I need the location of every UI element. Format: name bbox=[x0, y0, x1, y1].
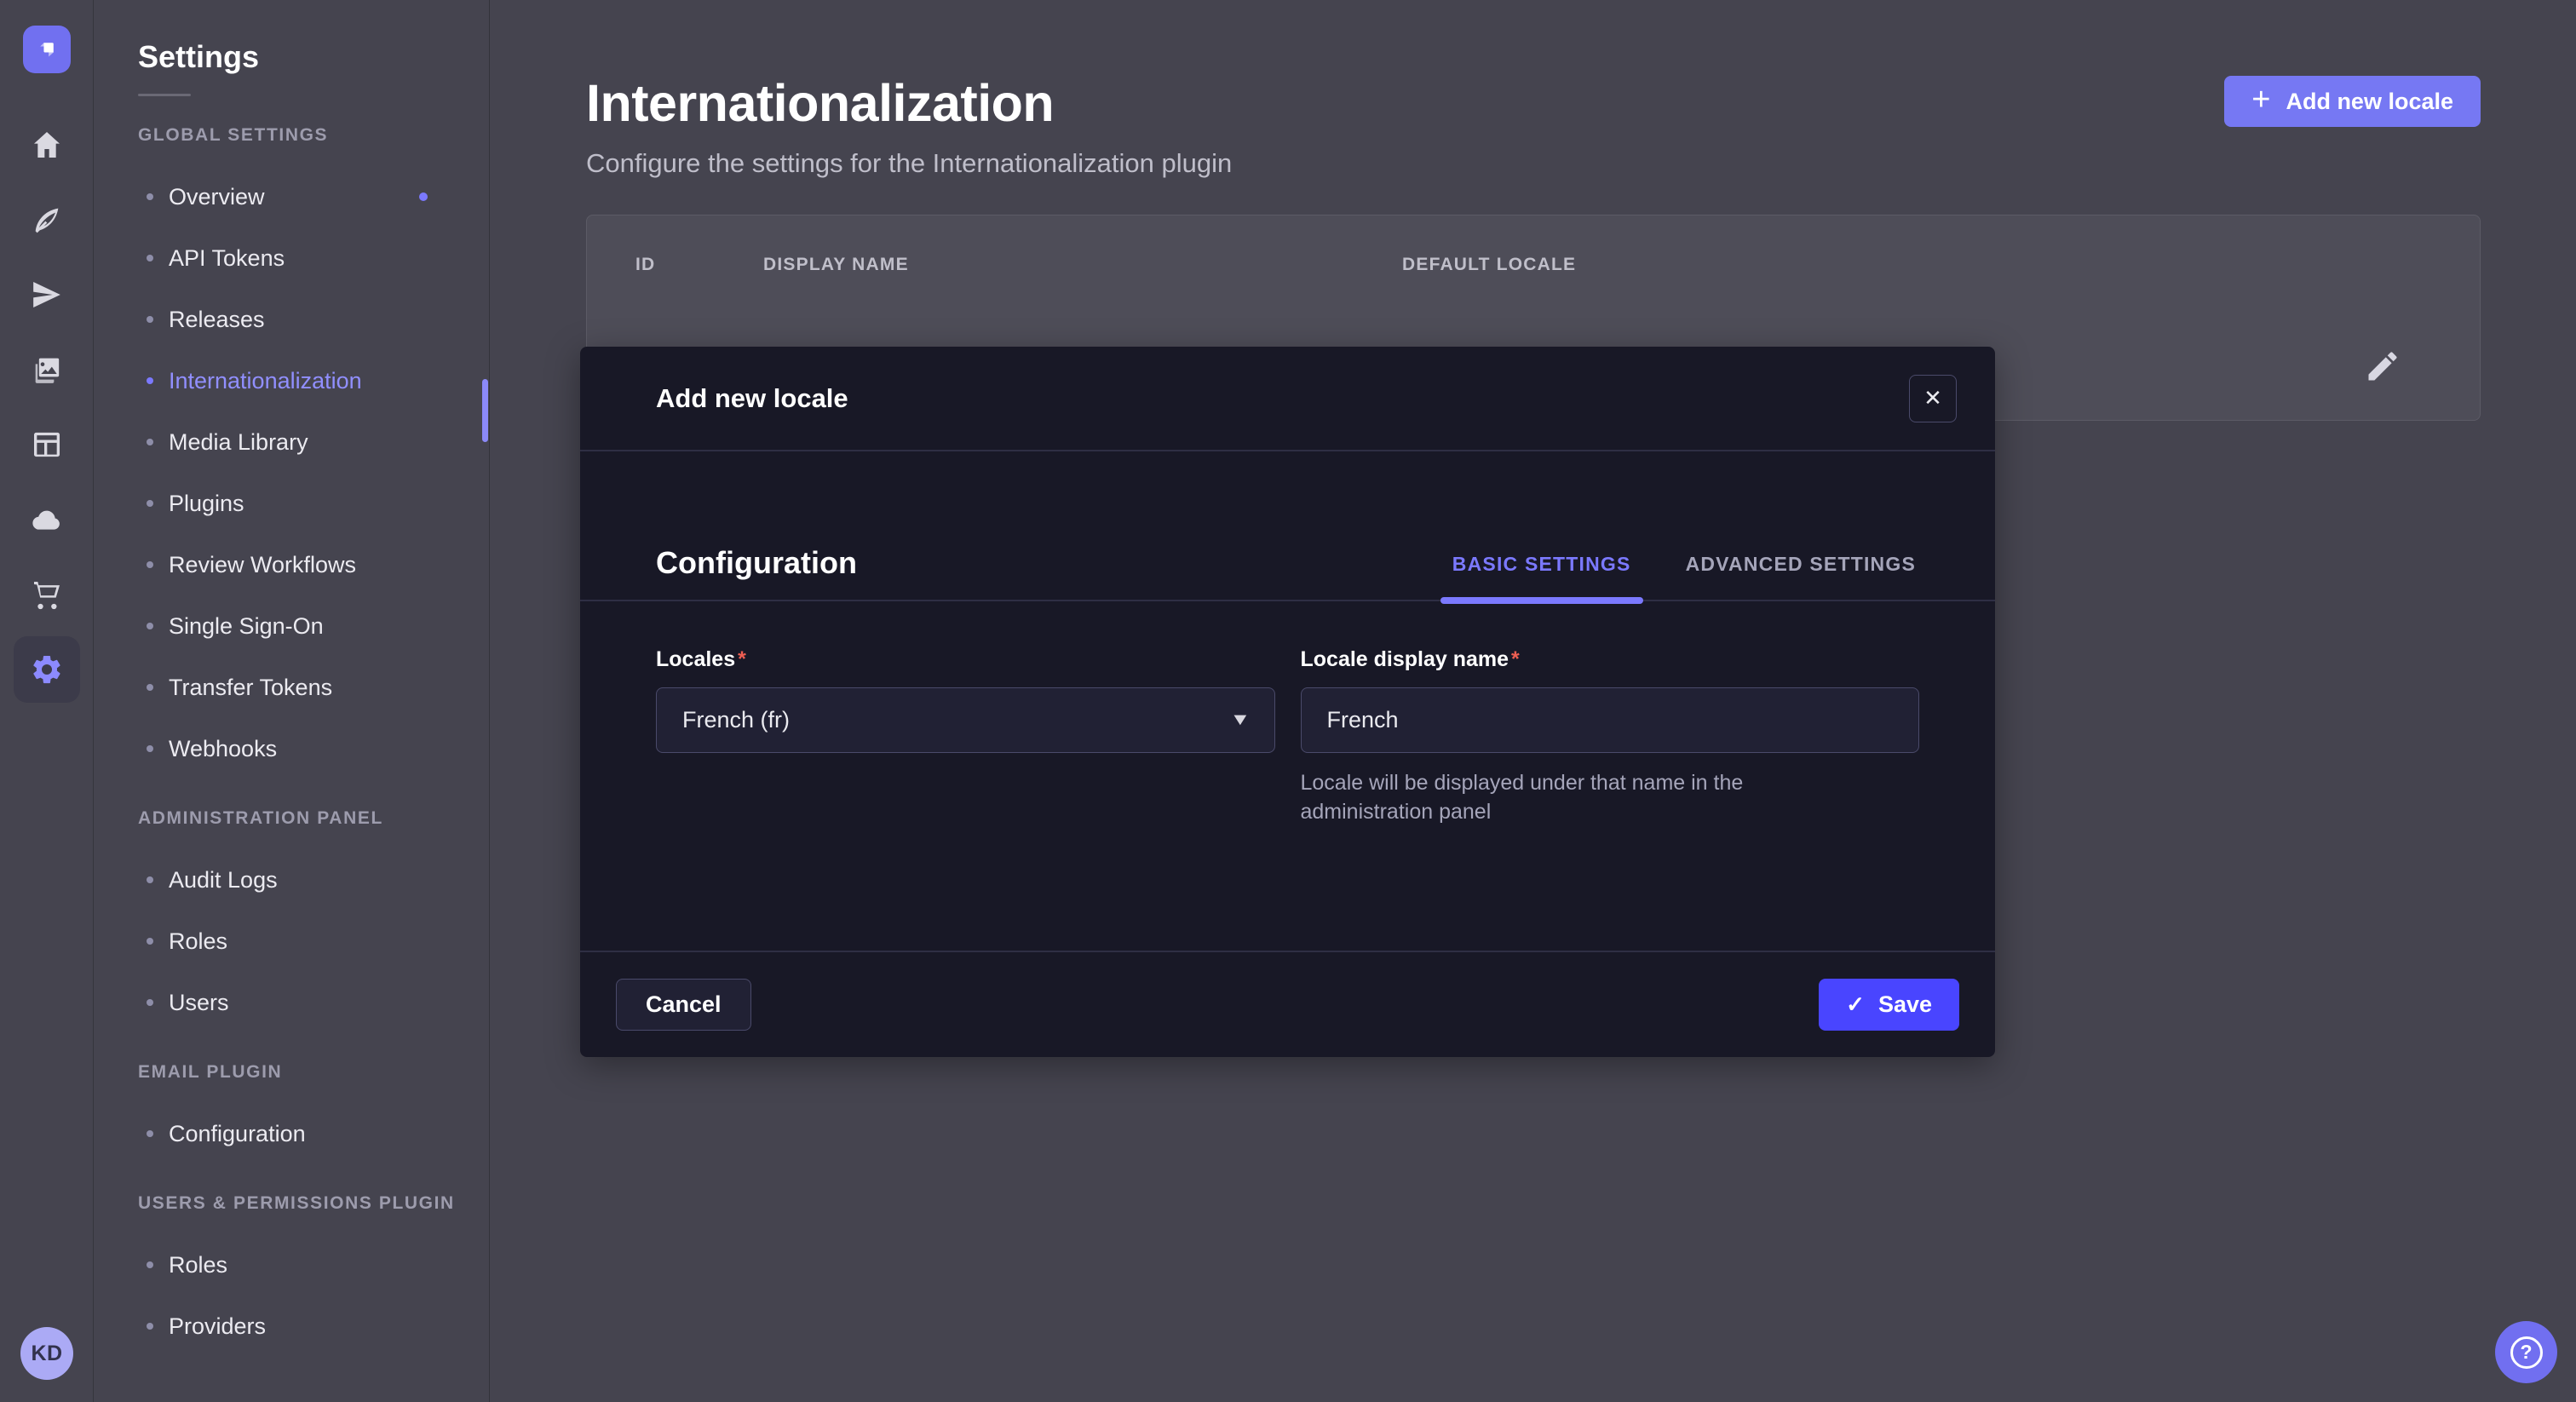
sidebar-item-plugins[interactable]: Plugins bbox=[94, 473, 489, 534]
modal-footer: Cancel ✓ Save bbox=[580, 951, 1995, 1057]
display-name-field: Locale display name* Locale will be disp… bbox=[1301, 647, 1920, 826]
column-id: ID bbox=[635, 255, 763, 275]
section-users-permissions-plugin: USERS & PERMISSIONS PLUGIN bbox=[138, 1193, 489, 1214]
modal-header: Add new locale ✕ bbox=[580, 347, 1995, 451]
page-subtitle: Configure the settings for the Internati… bbox=[586, 148, 2481, 179]
bullet-icon bbox=[147, 377, 153, 384]
sidebar-item-media-library[interactable]: Media Library bbox=[94, 411, 489, 473]
content-feather-icon[interactable] bbox=[9, 182, 84, 257]
active-item-indicator bbox=[482, 379, 488, 442]
settings-gear-icon[interactable] bbox=[14, 636, 80, 703]
sidebar-item-up-roles[interactable]: Roles bbox=[94, 1234, 489, 1296]
page-header: Internationalization Configure the setti… bbox=[490, 0, 2576, 179]
bullet-icon bbox=[147, 999, 153, 1006]
sidebar-item-admin-users[interactable]: Users bbox=[94, 972, 489, 1033]
sidebar-item-admin-roles[interactable]: Roles bbox=[94, 911, 489, 972]
pencil-icon bbox=[2364, 348, 2401, 385]
configuration-header: Configuration BASIC SETTINGS ADVANCED SE… bbox=[580, 451, 1995, 601]
modal-fields: Locales* French (fr) ▼ Locale display na… bbox=[580, 601, 1995, 826]
column-default-locale: DEFAULT LOCALE bbox=[1402, 255, 2329, 275]
cloud-icon[interactable] bbox=[9, 482, 84, 557]
home-icon[interactable] bbox=[9, 107, 84, 182]
page-title: Internationalization bbox=[586, 73, 2481, 133]
required-asterisk: * bbox=[1511, 647, 1520, 671]
bullet-icon bbox=[147, 500, 153, 507]
locales-label: Locales* bbox=[656, 647, 1275, 672]
modal-title: Add new locale bbox=[656, 383, 848, 414]
cancel-button[interactable]: Cancel bbox=[616, 979, 751, 1031]
column-display-name: DISPLAY NAME bbox=[763, 255, 1402, 275]
main-nav-rail: KD bbox=[0, 0, 94, 1402]
locales-select[interactable]: French (fr) ▼ bbox=[656, 687, 1275, 753]
add-new-locale-button[interactable]: + Add new locale bbox=[2224, 76, 2481, 127]
rail-icon-list bbox=[9, 107, 84, 707]
bullet-icon bbox=[147, 255, 153, 261]
bullet-icon bbox=[147, 623, 153, 629]
tab-advanced-settings[interactable]: ADVANCED SETTINGS bbox=[1682, 553, 1919, 600]
sidebar-item-releases[interactable]: Releases bbox=[94, 289, 489, 350]
required-asterisk: * bbox=[738, 647, 746, 671]
bullet-icon bbox=[147, 745, 153, 752]
bullet-icon bbox=[147, 316, 153, 323]
section-email-plugin: EMAIL PLUGIN bbox=[138, 1062, 489, 1083]
strapi-logo-icon bbox=[32, 35, 61, 64]
sidebar-item-api-tokens[interactable]: API Tokens bbox=[94, 227, 489, 289]
display-name-hint: Locale will be displayed under that name… bbox=[1301, 768, 1880, 826]
locales-table-header: ID DISPLAY NAME DEFAULT LOCALE bbox=[587, 215, 2480, 314]
section-administration-panel: ADMINISTRATION PANEL bbox=[138, 808, 489, 829]
settings-sidebar: Settings GLOBAL SETTINGS Overview API To… bbox=[94, 0, 490, 1402]
media-library-icon[interactable] bbox=[9, 332, 84, 407]
bullet-icon bbox=[147, 561, 153, 568]
sidebar-item-audit-logs[interactable]: Audit Logs bbox=[94, 849, 489, 911]
bullet-icon bbox=[147, 1261, 153, 1268]
add-locale-modal: Add new locale ✕ Configuration BASIC SET… bbox=[580, 347, 1995, 1057]
help-question-icon: ? bbox=[2510, 1336, 2543, 1369]
help-button[interactable]: ? bbox=[2495, 1321, 2557, 1383]
save-button[interactable]: ✓ Save bbox=[1819, 979, 1959, 1031]
sidebar-item-review-workflows[interactable]: Review Workflows bbox=[94, 534, 489, 595]
bullet-icon bbox=[147, 876, 153, 883]
close-modal-button[interactable]: ✕ bbox=[1909, 375, 1957, 422]
bullet-icon bbox=[147, 1130, 153, 1137]
tab-basic-settings[interactable]: BASIC SETTINGS bbox=[1449, 553, 1635, 600]
bullet-icon bbox=[147, 1323, 153, 1330]
display-name-input[interactable] bbox=[1301, 687, 1920, 753]
locales-field: Locales* French (fr) ▼ bbox=[656, 647, 1275, 826]
cart-icon[interactable] bbox=[9, 557, 84, 632]
section-global-settings: GLOBAL SETTINGS bbox=[138, 125, 489, 146]
bullet-icon bbox=[147, 938, 153, 945]
sidebar-item-webhooks[interactable]: Webhooks bbox=[94, 718, 489, 779]
sidebar-item-email-configuration[interactable]: Configuration bbox=[94, 1103, 489, 1164]
check-icon: ✓ bbox=[1846, 991, 1865, 1018]
sidebar-item-internationalization[interactable]: Internationalization bbox=[94, 350, 489, 411]
bullet-icon bbox=[147, 684, 153, 691]
send-release-icon[interactable] bbox=[9, 257, 84, 332]
settings-sidebar-title: Settings bbox=[94, 39, 489, 75]
settings-title-divider bbox=[138, 94, 191, 96]
bullet-icon bbox=[147, 439, 153, 445]
modal-body: Configuration BASIC SETTINGS ADVANCED SE… bbox=[580, 451, 1995, 951]
sidebar-item-up-providers[interactable]: Providers bbox=[94, 1296, 489, 1357]
sidebar-item-single-sign-on[interactable]: Single Sign-On bbox=[94, 595, 489, 657]
display-name-label: Locale display name* bbox=[1301, 647, 1920, 672]
notification-dot bbox=[419, 192, 428, 201]
bullet-icon bbox=[147, 193, 153, 200]
sidebar-item-transfer-tokens[interactable]: Transfer Tokens bbox=[94, 657, 489, 718]
locales-select-value: French (fr) bbox=[682, 707, 790, 733]
configuration-title: Configuration bbox=[656, 545, 857, 600]
plus-icon: + bbox=[2251, 83, 2270, 116]
edit-locale-button[interactable] bbox=[2364, 348, 2401, 388]
strapi-logo[interactable] bbox=[23, 26, 71, 73]
sidebar-item-overview[interactable]: Overview bbox=[94, 166, 489, 227]
settings-tabs: BASIC SETTINGS ADVANCED SETTINGS bbox=[1449, 553, 1919, 600]
close-icon: ✕ bbox=[1923, 385, 1942, 411]
user-avatar[interactable]: KD bbox=[20, 1327, 73, 1380]
layout-panel-icon[interactable] bbox=[9, 407, 84, 482]
chevron-down-icon: ▼ bbox=[1229, 710, 1251, 730]
